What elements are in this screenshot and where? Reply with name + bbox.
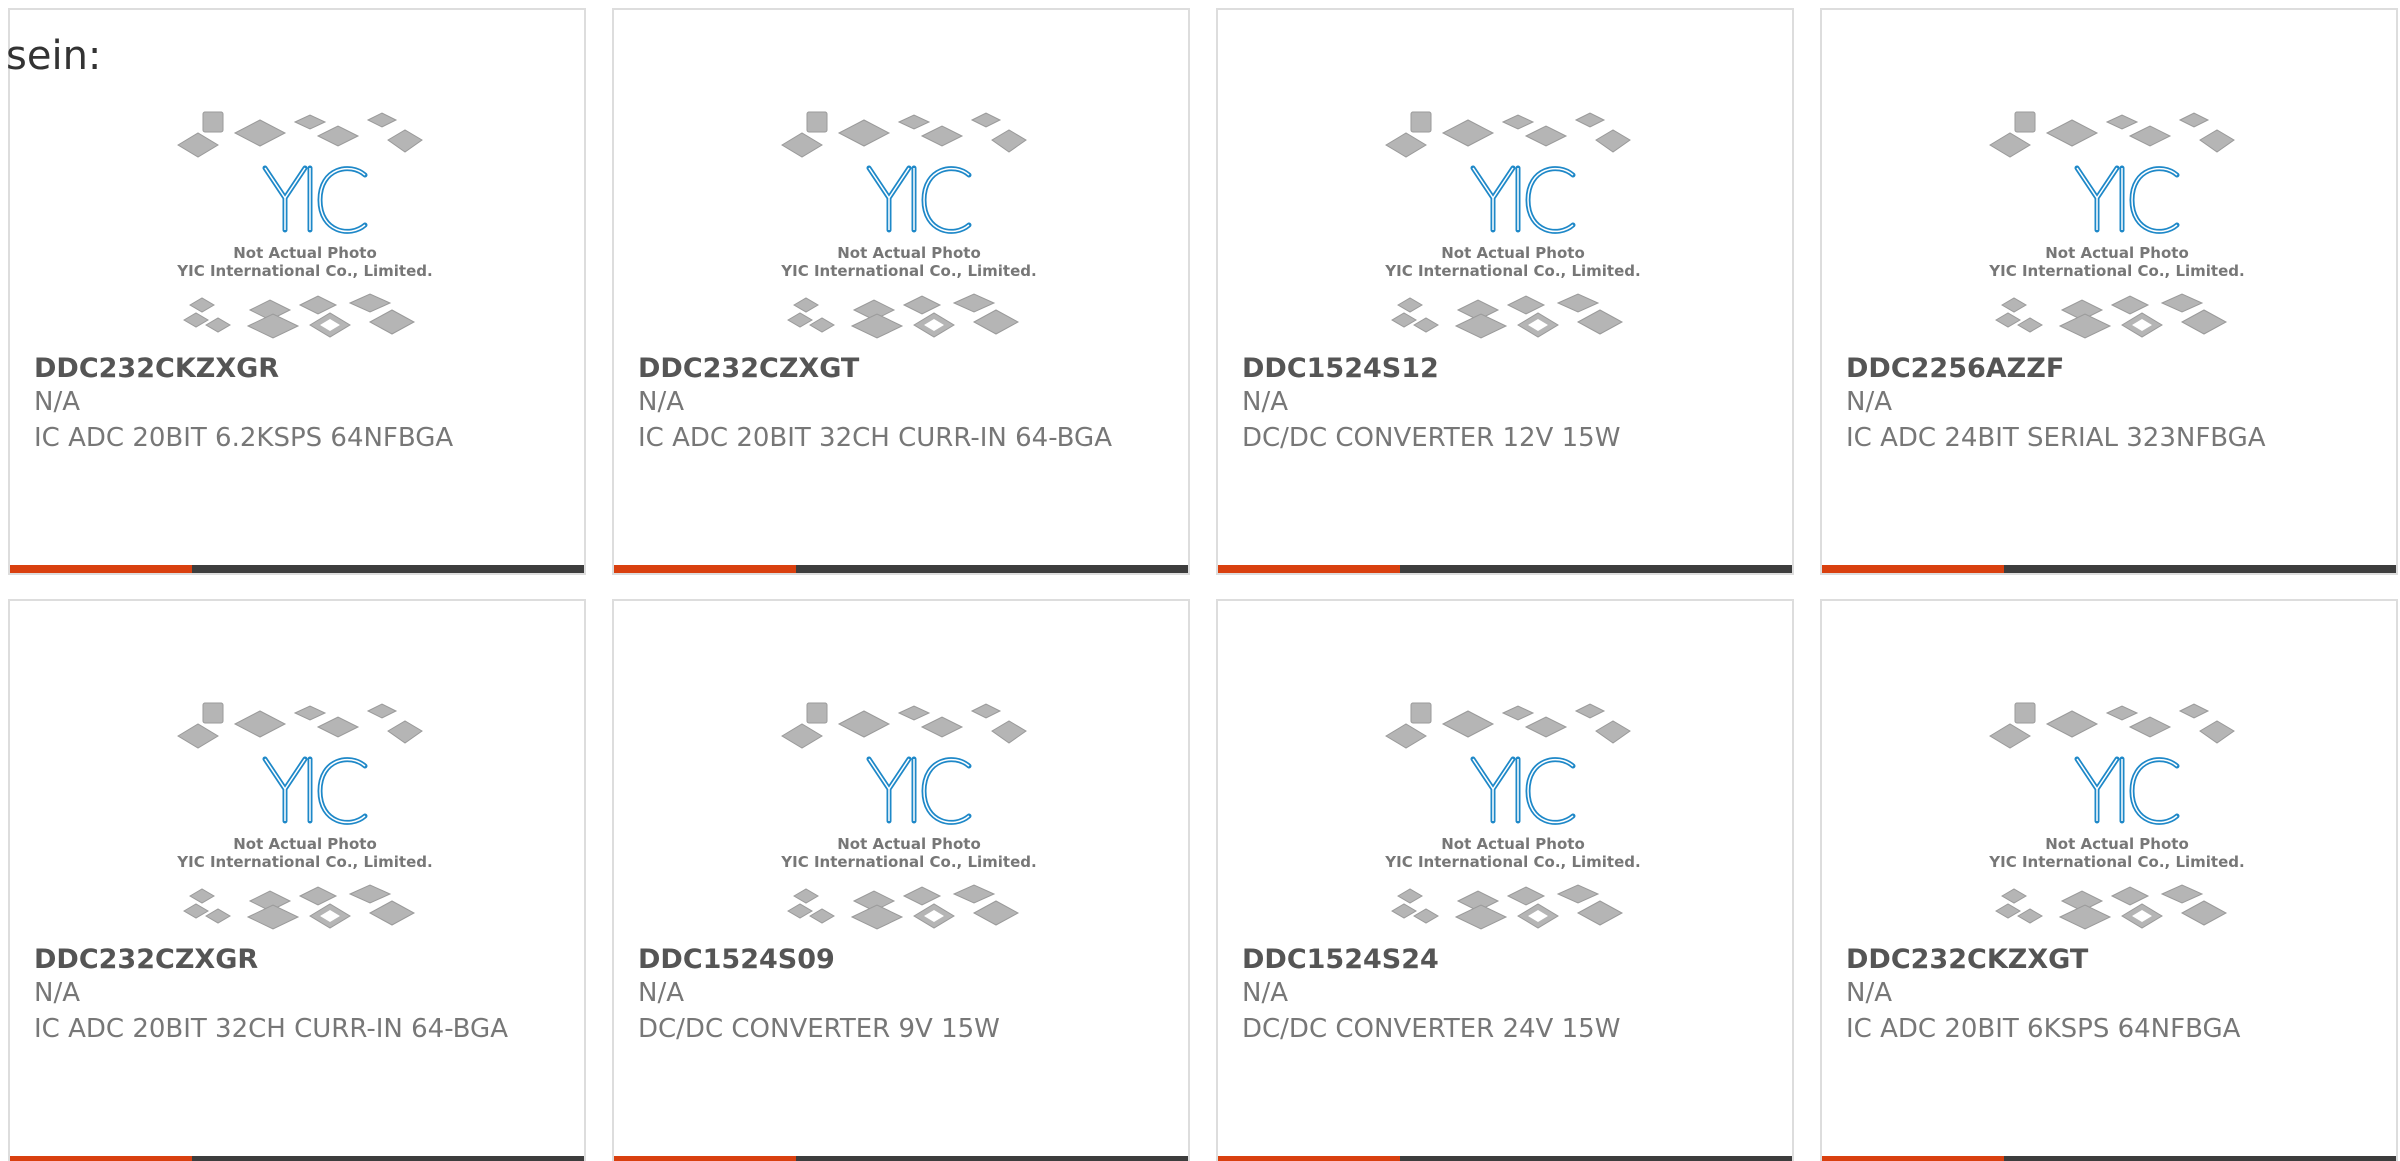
manufacturer: N/A bbox=[34, 387, 80, 417]
manufacturer: N/A bbox=[34, 978, 80, 1008]
photo-caption-line1: Not Actual Photo bbox=[1441, 835, 1585, 853]
card-accent-stripe bbox=[1218, 565, 1400, 573]
product-photo-placeholder[interactable]: Not Actual Photo YIC International Co., … bbox=[774, 691, 1044, 941]
photo-caption-line2: YIC International Co., Limited. bbox=[1384, 853, 1640, 871]
card-accent-stripe bbox=[614, 565, 796, 573]
photo-caption-line1: Not Actual Photo bbox=[837, 835, 981, 853]
photo-caption-line1: Not Actual Photo bbox=[1441, 244, 1585, 262]
intro-text: sein: bbox=[6, 33, 102, 79]
product-photo-placeholder[interactable]: Not Actual Photo YIC International Co., … bbox=[170, 691, 440, 941]
product-card[interactable]: Not Actual Photo YIC International Co., … bbox=[1216, 8, 1794, 575]
part-number-link[interactable]: DDC232CKZXGT bbox=[1846, 944, 2088, 975]
product-card[interactable]: Not Actual Photo YIC International Co., … bbox=[1216, 599, 1794, 1161]
card-accent-stripe bbox=[10, 1156, 192, 1161]
card-bottom-bar bbox=[614, 565, 1188, 573]
product-description: DC/DC CONVERTER 24V 15W bbox=[1242, 1014, 1621, 1044]
manufacturer: N/A bbox=[1242, 387, 1288, 417]
part-number-link[interactable]: DDC2256AZZF bbox=[1846, 353, 2064, 384]
photo-caption-line1: Not Actual Photo bbox=[233, 244, 377, 262]
product-grid: Not Actual Photo YIC International Co., … bbox=[8, 8, 2400, 1161]
card-bottom-bar bbox=[10, 565, 584, 573]
product-photo-placeholder[interactable]: Not Actual Photo YIC International Co., … bbox=[1378, 100, 1648, 350]
photo-caption-line1: Not Actual Photo bbox=[2045, 835, 2189, 853]
photo-caption-line1: Not Actual Photo bbox=[233, 835, 377, 853]
product-photo-placeholder[interactable]: Not Actual Photo YIC International Co., … bbox=[1982, 691, 2252, 941]
product-card[interactable]: Not Actual Photo YIC International Co., … bbox=[8, 8, 586, 575]
photo-caption-line2: YIC International Co., Limited. bbox=[1988, 262, 2244, 280]
product-photo-placeholder[interactable]: Not Actual Photo YIC International Co., … bbox=[774, 100, 1044, 350]
card-bottom-bar bbox=[1218, 1156, 1792, 1161]
product-description: DC/DC CONVERTER 12V 15W bbox=[1242, 423, 1621, 453]
part-number-link[interactable]: DDC1524S09 bbox=[638, 944, 835, 975]
photo-caption-line2: YIC International Co., Limited. bbox=[1384, 262, 1640, 280]
product-description: IC ADC 20BIT 32CH CURR-IN 64-BGA bbox=[638, 423, 1112, 453]
card-bottom-bar bbox=[1218, 565, 1792, 573]
product-description: IC ADC 24BIT SERIAL 323NFBGA bbox=[1846, 423, 2266, 453]
card-accent-stripe bbox=[614, 1156, 796, 1161]
product-photo-placeholder[interactable]: Not Actual Photo YIC International Co., … bbox=[1378, 691, 1648, 941]
product-description: IC ADC 20BIT 6.2KSPS 64NFBGA bbox=[34, 423, 454, 453]
manufacturer: N/A bbox=[638, 387, 684, 417]
manufacturer: N/A bbox=[1846, 978, 1892, 1008]
product-photo-placeholder[interactable]: Not Actual Photo YIC International Co., … bbox=[170, 100, 440, 350]
product-description: IC ADC 20BIT 32CH CURR-IN 64-BGA bbox=[34, 1014, 508, 1044]
part-number-link[interactable]: DDC232CZXGT bbox=[638, 353, 859, 384]
product-photo-placeholder[interactable]: Not Actual Photo YIC International Co., … bbox=[1982, 100, 2252, 350]
photo-caption-line2: YIC International Co., Limited. bbox=[176, 262, 432, 280]
card-bottom-bar bbox=[1822, 565, 2396, 573]
photo-caption-line1: Not Actual Photo bbox=[837, 244, 981, 262]
card-bottom-bar bbox=[1822, 1156, 2396, 1161]
photo-caption-line1: Not Actual Photo bbox=[2045, 244, 2189, 262]
product-description: DC/DC CONVERTER 9V 15W bbox=[638, 1014, 1000, 1044]
product-card[interactable]: Not Actual Photo YIC International Co., … bbox=[1820, 599, 2398, 1161]
card-accent-stripe bbox=[1822, 1156, 2004, 1161]
card-accent-stripe bbox=[1218, 1156, 1400, 1161]
part-number-link[interactable]: DDC232CZXGR bbox=[34, 944, 258, 975]
product-description: IC ADC 20BIT 6KSPS 64NFBGA bbox=[1846, 1014, 2241, 1044]
manufacturer: N/A bbox=[1242, 978, 1288, 1008]
card-accent-stripe bbox=[1822, 565, 2004, 573]
part-number-link[interactable]: DDC232CKZXGR bbox=[34, 353, 279, 384]
manufacturer: N/A bbox=[638, 978, 684, 1008]
photo-caption-line2: YIC International Co., Limited. bbox=[1988, 853, 2244, 871]
photo-caption-line2: YIC International Co., Limited. bbox=[176, 853, 432, 871]
product-card[interactable]: Not Actual Photo YIC International Co., … bbox=[612, 8, 1190, 575]
photo-caption-line2: YIC International Co., Limited. bbox=[780, 262, 1036, 280]
card-accent-stripe bbox=[10, 565, 192, 573]
product-card[interactable]: Not Actual Photo YIC International Co., … bbox=[8, 599, 586, 1161]
card-bottom-bar bbox=[614, 1156, 1188, 1161]
page: sein: Not Actual Photo YIC International… bbox=[0, 0, 2400, 1161]
photo-caption-line2: YIC International Co., Limited. bbox=[780, 853, 1036, 871]
card-bottom-bar bbox=[10, 1156, 584, 1161]
manufacturer: N/A bbox=[1846, 387, 1892, 417]
part-number-link[interactable]: DDC1524S12 bbox=[1242, 353, 1439, 384]
product-card[interactable]: Not Actual Photo YIC International Co., … bbox=[1820, 8, 2398, 575]
product-card[interactable]: Not Actual Photo YIC International Co., … bbox=[612, 599, 1190, 1161]
part-number-link[interactable]: DDC1524S24 bbox=[1242, 944, 1439, 975]
